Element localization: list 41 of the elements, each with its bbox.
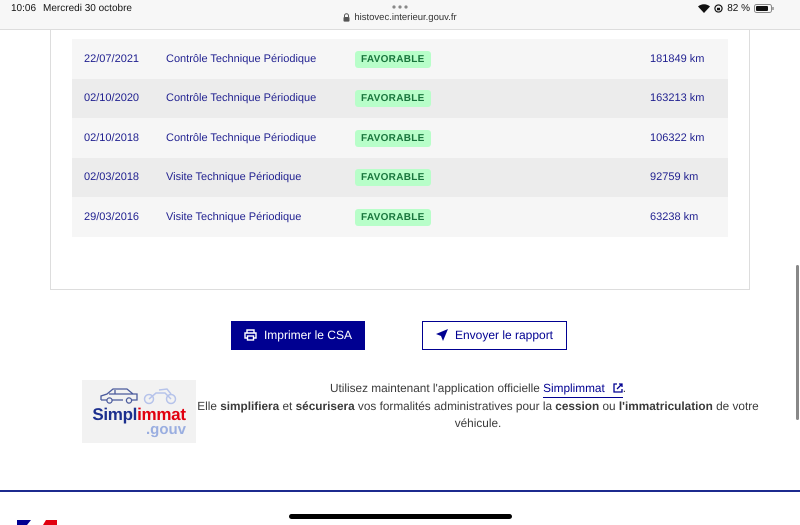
type-cell-text: Contrôle Technique Périodique xyxy=(166,52,318,65)
date-cell-text: 02/10/2018 xyxy=(83,132,140,144)
result-badge: FAVORABLE xyxy=(355,208,431,226)
battery-icon xyxy=(754,4,774,13)
mileage-cell: 63238 km xyxy=(650,210,698,223)
external-link-icon xyxy=(612,383,623,393)
result-badge: FAVORABLE xyxy=(355,90,431,108)
mileage-cell: 181849 km xyxy=(650,52,704,65)
logo-domain: .gouv xyxy=(146,423,186,436)
mileage-cell: 92759 km xyxy=(650,171,698,184)
result-badge: FAVORABLE xyxy=(355,130,431,147)
wifi-icon xyxy=(698,4,710,13)
printer-icon xyxy=(244,329,257,341)
rotation-lock-icon xyxy=(714,4,724,13)
date-cell-text: 02/10/2020 xyxy=(83,92,140,104)
logo-wordmark: Simplimmat xyxy=(92,406,186,423)
print-button[interactable]: Imprimer le CSA xyxy=(230,320,365,350)
status-time: 10:06 xyxy=(11,3,36,14)
mileage-cell: 106322 km xyxy=(650,132,704,144)
vehicles-icon xyxy=(99,386,179,406)
promo-body: Elle simplifiera et sécurisera vos formalités administratives pour la cession ou l'immatriculation de votre véhicule. xyxy=(196,398,760,432)
mileage-cell: 163213 km xyxy=(650,92,704,104)
type-cell-text: Visite Technique Périodique xyxy=(166,171,302,184)
type-cell-text: Visite Technique Périodique xyxy=(166,210,302,223)
send-report-button[interactable]: Envoyer le rapport xyxy=(422,320,568,350)
status-date: Mercredi 30 octobre xyxy=(43,3,132,14)
simplimmat-link[interactable]: Simplimmat xyxy=(543,380,623,398)
type-cell-text: Contrôle Technique Périodique xyxy=(166,132,318,144)
type-cell-text: Contrôle Technique Périodique xyxy=(166,92,318,104)
date-cell-text: 29/03/2016 xyxy=(83,210,140,223)
date-cell-text: 02/03/2018 xyxy=(83,171,140,184)
send-icon xyxy=(436,329,448,341)
result-badge: FAVORABLE xyxy=(355,50,431,68)
marianne-logo-drawing xyxy=(17,520,57,525)
more-icon[interactable] xyxy=(392,5,408,9)
url-text[interactable]: histovec.interieur.gouv.fr xyxy=(354,12,457,23)
promo-text: Utilisez maintenant l'application officielle Simplimmat . xyxy=(330,380,626,398)
lock-icon xyxy=(343,13,350,22)
battery-percent: 82 % xyxy=(727,3,750,14)
date-cell-text: 22/07/2021 xyxy=(83,52,140,65)
result-badge: FAVORABLE xyxy=(355,169,431,186)
